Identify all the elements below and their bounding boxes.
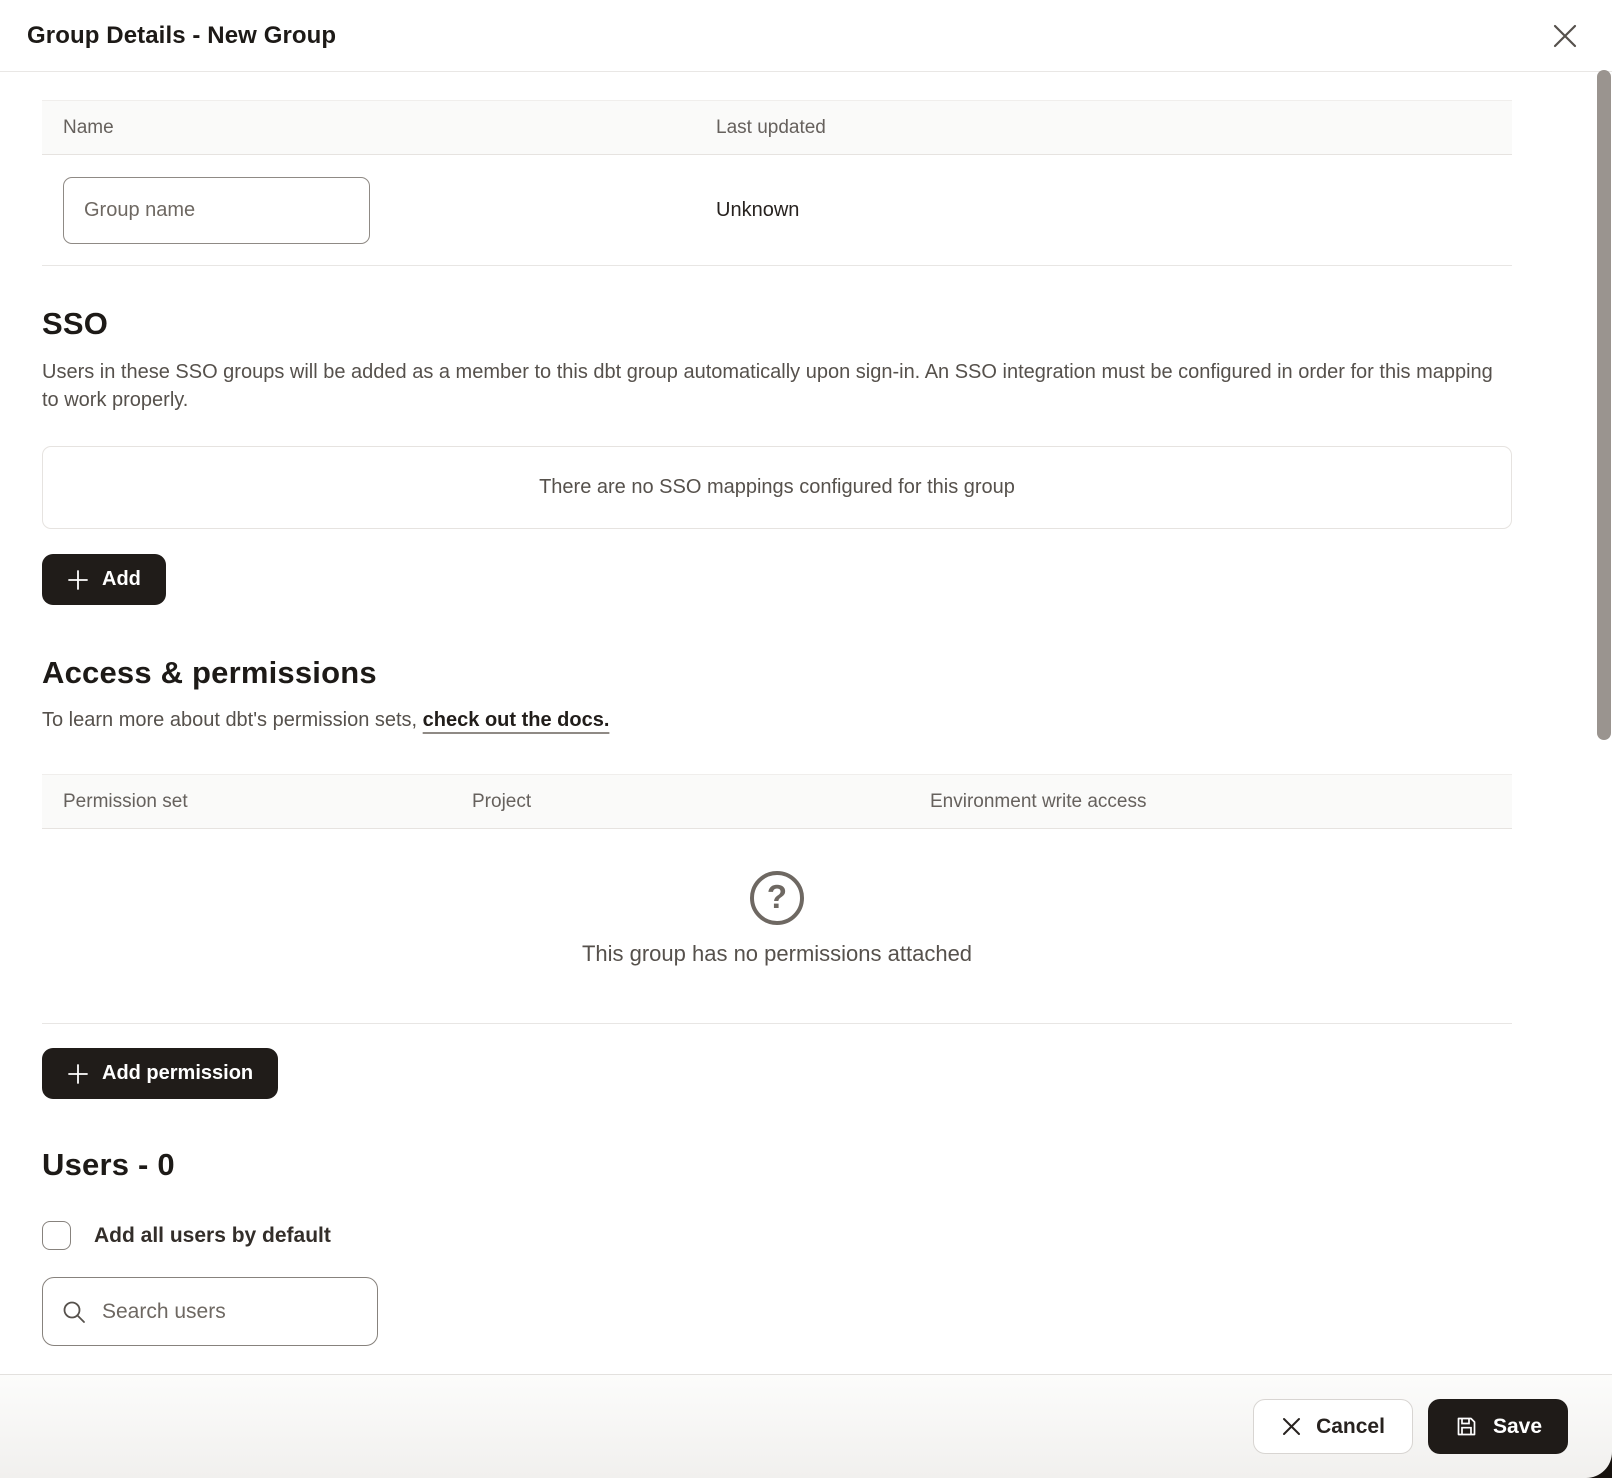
question-circle-icon: ?: [750, 871, 804, 925]
permissions-description: To learn more about dbt's permission set…: [42, 709, 1512, 732]
save-button[interactable]: Save: [1428, 1399, 1568, 1454]
name-table-header: Name Last updated: [42, 100, 1512, 155]
permissions-heading: Access & permissions: [42, 655, 1512, 691]
close-icon: [1552, 23, 1578, 49]
add-all-users-checkbox[interactable]: [42, 1221, 71, 1250]
column-header-permission-set: Permission set: [42, 791, 472, 813]
permissions-section: Access & permissions To learn more about…: [42, 655, 1512, 1099]
cancel-x-icon: [1281, 1416, 1302, 1437]
sso-description: Users in these SSO groups will be added …: [42, 358, 1507, 414]
user-search-input[interactable]: [102, 1300, 373, 1324]
sso-add-button[interactable]: Add: [42, 554, 166, 605]
cancel-button-label: Cancel: [1316, 1415, 1385, 1439]
modal-header: Group Details - New Group: [0, 0, 1612, 72]
column-header-project: Project: [472, 791, 930, 813]
name-table-row: Unknown: [42, 155, 1512, 266]
permissions-table: Permission set Project Environment write…: [42, 774, 1512, 1024]
permissions-empty-state: ? This group has no permissions attached: [42, 829, 1512, 1024]
modal-title: Group Details - New Group: [27, 22, 336, 50]
sso-add-button-label: Add: [102, 568, 141, 591]
save-floppy-icon: [1454, 1414, 1479, 1439]
sso-empty-state: There are no SSO mappings configured for…: [42, 446, 1512, 529]
permissions-description-text: To learn more about dbt's permission set…: [42, 709, 423, 731]
save-button-label: Save: [1493, 1415, 1542, 1439]
group-name-input[interactable]: [63, 177, 370, 244]
cancel-button[interactable]: Cancel: [1253, 1399, 1413, 1454]
vertical-scrollbar-thumb[interactable]: [1597, 70, 1611, 740]
plus-icon: [67, 569, 89, 591]
users-section: Users - 0 Add all users by default: [42, 1147, 1512, 1346]
search-icon: [61, 1299, 87, 1325]
add-permission-button-label: Add permission: [102, 1062, 253, 1085]
permissions-table-header: Permission set Project Environment write…: [42, 774, 1512, 829]
add-all-users-label: Add all users by default: [94, 1224, 331, 1248]
user-search-box[interactable]: [42, 1277, 378, 1346]
users-heading: Users - 0: [42, 1147, 1512, 1183]
close-button[interactable]: [1548, 19, 1582, 53]
modal-content: Name Last updated Unknown SSO Users in t…: [0, 72, 1612, 1373]
column-header-last-updated: Last updated: [716, 117, 1512, 139]
column-header-environment-write-access: Environment write access: [930, 791, 1512, 813]
group-details-modal: Group Details - New Group Name Last upda…: [0, 0, 1612, 1478]
name-table: Name Last updated Unknown: [42, 100, 1512, 266]
column-header-name: Name: [42, 117, 716, 139]
sso-heading: SSO: [42, 306, 1512, 342]
sso-empty-text: There are no SSO mappings configured for…: [539, 476, 1015, 499]
sso-section: SSO Users in these SSO groups will be ad…: [42, 306, 1512, 605]
plus-icon: [67, 1063, 89, 1085]
modal-footer: Cancel Save: [0, 1374, 1612, 1478]
docs-link[interactable]: check out the docs.: [423, 709, 610, 731]
question-glyph: ?: [767, 878, 787, 916]
last-updated-value: Unknown: [716, 199, 799, 222]
permissions-empty-text: This group has no permissions attached: [42, 941, 1512, 967]
add-permission-button[interactable]: Add permission: [42, 1048, 278, 1099]
add-all-users-row[interactable]: Add all users by default: [42, 1221, 1512, 1250]
name-cell: [42, 177, 716, 244]
